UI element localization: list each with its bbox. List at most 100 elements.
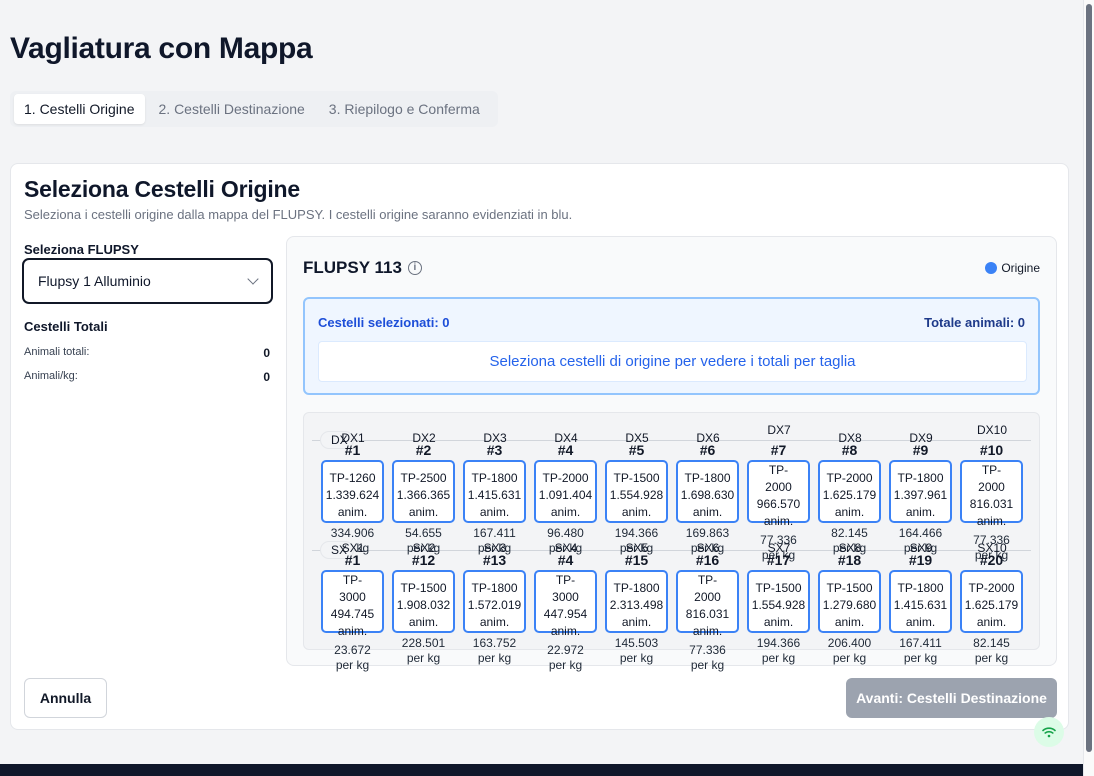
basket-per-kg-unit: per kg: [832, 651, 867, 665]
basket-number: #3: [486, 442, 503, 458]
basket-info-line: 1.698.630: [680, 488, 735, 502]
basket-info-line: 1.415.631: [467, 488, 522, 502]
basket-info-line: anim.: [834, 505, 865, 519]
basket-number: #9: [912, 442, 929, 458]
basket-per-kg-unit: per kg: [548, 658, 583, 672]
cancel-button[interactable]: Annulla: [24, 678, 107, 718]
selection-hint: Seleziona cestelli di origine per vedere…: [318, 341, 1027, 382]
basket-number: #7: [770, 442, 787, 458]
basket-number: #19: [908, 552, 933, 568]
basket-number: #8: [841, 442, 858, 458]
basket-per-kg-unit: per kg: [761, 651, 796, 665]
basket-per-kg-value: 145.503: [614, 636, 659, 650]
basket-info-line: anim.: [905, 505, 936, 519]
map-title-text: FLUPSY 113: [303, 258, 402, 277]
basket-info-line: 2000: [978, 480, 1005, 494]
basket-position-label: DX10: [976, 423, 1008, 437]
basket-size-code: TP-1800: [897, 581, 944, 595]
basket-info-line: 1.625.179: [964, 598, 1019, 612]
next-destination-button[interactable]: Avanti: Cestelli Destinazione: [846, 678, 1057, 718]
basket-size-code: TP-2000: [542, 471, 589, 485]
basket-info-line: 1.366.365: [396, 488, 451, 502]
basket-info-line: anim.: [692, 624, 723, 638]
basket-per-kg-value: 23.672: [334, 643, 371, 657]
basket-per-kg-value: 169.863: [685, 526, 730, 540]
basket-size-code: TP-1500: [826, 581, 873, 595]
basket-per-kg-unit: per kg: [477, 651, 512, 665]
basket-per-kg-unit: per kg: [903, 651, 938, 665]
page-title: Vagliatura con Mappa: [10, 32, 313, 65]
total-animals-summary: Totale animali: 0: [924, 315, 1025, 330]
connection-status-button[interactable]: [1034, 717, 1064, 747]
basket-size-code: TP-1800: [897, 471, 944, 485]
basket-per-kg-value: 96.480: [547, 526, 584, 540]
basket-per-kg-value: 163.752: [472, 636, 517, 650]
basket-info-line: anim.: [337, 624, 368, 638]
basket-info-line: anim.: [479, 505, 510, 519]
basket-size-code: TP-: [697, 573, 718, 587]
basket-number: #20: [979, 552, 1004, 568]
origin-selection-card: Seleziona Cestelli Origine Seleziona i c…: [10, 163, 1069, 730]
basket-info-line: 2000: [694, 590, 721, 604]
basket-info-line: anim.: [621, 615, 652, 629]
flupsy-select-label: Seleziona FLUPSY: [24, 242, 139, 257]
legend-label: Origine: [1001, 261, 1040, 275]
basket-info-line: 1.625.179: [822, 488, 877, 502]
basket-size-code: TP-: [981, 463, 1002, 477]
basket-info-line: anim.: [337, 505, 368, 519]
basket-size-code: TP-2000: [826, 471, 873, 485]
basket-info-line: 494.745: [330, 607, 375, 621]
basket-size-code: TP-1260: [329, 471, 376, 485]
basket-size-code: TP-1500: [755, 581, 802, 595]
chevron-down-icon: [247, 273, 259, 285]
basket-info-line: anim.: [408, 505, 439, 519]
basket-number: #4: [557, 442, 574, 458]
tab-riepilogo-conferma[interactable]: 3. Riepilogo e Conferma: [319, 94, 490, 124]
basket-info-line: 1.572.019: [467, 598, 522, 612]
bottom-bar: [0, 764, 1083, 776]
basket-info-line: 1.554.928: [609, 488, 664, 502]
basket-number: #4: [557, 552, 574, 568]
basket-info-line: anim.: [479, 615, 510, 629]
step-tabs: 1. Cestelli Origine 2. Cestelli Destinaz…: [10, 91, 498, 127]
basket-size-code: TP-1500: [400, 581, 447, 595]
selected-baskets-count: Cestelli selezionati: 0: [318, 315, 450, 330]
basket-number: #1: [344, 442, 361, 458]
basket-number: #13: [482, 552, 507, 568]
basket-info-line: anim.: [763, 514, 794, 528]
basket-per-kg-value: 194.366: [756, 636, 801, 650]
basket-info-line: 1.908.032: [396, 598, 451, 612]
flupsy-map-panel: FLUPSY 113 i Origine Cestelli selezionat…: [286, 236, 1057, 672]
basket-per-kg-value: 54.655: [405, 526, 442, 540]
basket-info-line: 1.554.928: [751, 598, 806, 612]
page-scrollbar[interactable]: [1083, 0, 1094, 776]
basket-per-kg-value: 167.411: [899, 636, 942, 650]
basket-info-line: 2.313.498: [609, 598, 664, 612]
basket-info-line: anim.: [834, 615, 865, 629]
basket-number: #16: [695, 552, 720, 568]
tab-cestelli-destinazione[interactable]: 2. Cestelli Destinazione: [149, 94, 315, 124]
basket-info-line: 1.339.624: [325, 488, 380, 502]
total-animals-row: Animali totali: 0: [24, 346, 270, 360]
info-icon[interactable]: i: [407, 261, 422, 275]
basket-per-kg-value: 82.145: [973, 636, 1010, 650]
origin-legend-dot: [985, 262, 998, 274]
tab-cestelli-origine[interactable]: 1. Cestelli Origine: [14, 94, 145, 124]
basket-info-line: 816.031: [685, 607, 730, 621]
basket-position-label: DX7: [767, 423, 791, 437]
basket-number: #18: [837, 552, 862, 568]
basket-per-kg-value: 22.972: [547, 643, 584, 657]
selection-summary: Cestelli selezionati: 0 Totale animali: …: [303, 297, 1040, 395]
scrollbar-thumb[interactable]: [1086, 4, 1092, 752]
basket-per-kg-unit: per kg: [690, 658, 725, 672]
basket-per-kg-value: 167.411: [473, 526, 516, 540]
basket-info-line: anim.: [905, 615, 936, 629]
basket-info-line: 3000: [552, 590, 579, 604]
card-title: Seleziona Cestelli Origine: [24, 176, 300, 202]
basket-per-kg-unit: per kg: [619, 651, 654, 665]
flupsy-select[interactable]: Flupsy 1 Alluminio: [22, 258, 273, 304]
animals-per-kg-label: Animali/kg:: [24, 370, 78, 382]
basket-per-kg-value: 228.501: [401, 636, 446, 650]
basket-per-kg-value: 164.466: [898, 526, 943, 540]
basket-per-kg-value: 77.336: [689, 643, 726, 657]
